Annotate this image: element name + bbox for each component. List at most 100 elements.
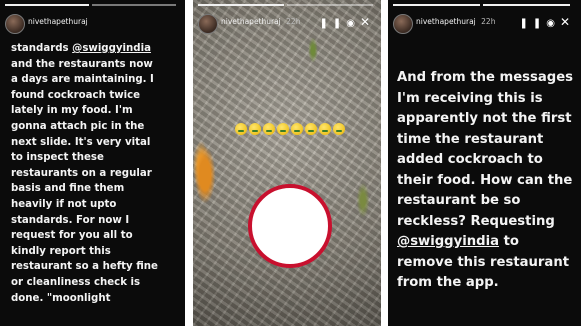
caption-text: basis and fine them [11,183,125,195]
caption-text: gonna attach pic in the [11,120,145,132]
emoji-sticker-row [235,123,347,138]
caption-line: apparently not the first [397,109,579,130]
caption-text: added cockroach to [397,152,543,167]
story-controls: ❚❚◉✕ [519,15,575,29]
close-icon[interactable]: ✕ [360,15,375,29]
nauseated-face-icon [333,123,345,135]
caption-text: found cockroach twice [11,89,141,101]
caption-line: lately in my food. I'm [11,103,181,119]
caption-text: standards. For now I [11,214,130,226]
mute-icon[interactable]: ◉ [346,18,360,29]
caption-line: gonna attach pic in the [11,119,181,135]
pause-icon[interactable]: ❚❚ [319,18,346,29]
mute-icon[interactable]: ◉ [546,18,560,29]
avatar[interactable] [393,14,413,34]
caption-line: to inspect these [11,150,181,166]
nauseated-face-icon [235,123,247,135]
caption-line: time the restaurant [397,130,579,151]
username-label[interactable]: nivethapethuraj [28,17,88,26]
avatar[interactable] [198,14,218,34]
caption-line: found cockroach twice [11,88,181,104]
username-label[interactable]: nivethapethuraj [416,17,476,26]
caption-line: restaurant be so [397,191,579,212]
story-progress-bar [5,4,89,6]
timestamp: 22h [481,17,496,26]
caption-line: restaurant so a hefty fine [11,259,181,275]
food-photo [193,0,381,326]
caption-text: next slide. It's very vital [11,136,151,148]
caption-text: and the restaurants now [11,58,153,70]
story-progress-bar [92,4,176,6]
caption-text: heavily if not upto [11,198,117,210]
story-controls: ❚❚◉✕ [319,15,375,29]
story-header: nivethapethuraj [5,14,179,34]
caption-line: remove this restaurant [397,253,579,274]
avatar[interactable] [5,14,25,34]
caption-line: done. "moonlight [11,291,181,307]
caption-line: standards @swiggyindia [11,41,181,57]
timestamp: 22h [286,17,301,26]
story-panel-3: nivethapethuraj 22h ❚❚◉✕ And from the me… [388,0,581,326]
story-progress-bar [393,4,480,6]
username-label[interactable]: nivethapethuraj [221,17,281,26]
caption-line: added cockroach to [397,150,579,171]
caption-line: heavily if not upto [11,197,181,213]
story-panel-2: nivethapethuraj 22h ❚❚◉✕ [193,0,381,326]
caption-text: And from the messages [397,70,574,85]
caption-text: lately in my food. I'm [11,105,133,117]
caption-line: basis and fine them [11,181,181,197]
story-progress-bar [198,4,284,6]
mention-link[interactable]: @swiggyindia [72,43,151,54]
close-icon[interactable]: ✕ [560,15,575,29]
nauseated-face-icon [277,123,289,135]
username[interactable]: nivethapethuraj [28,17,88,26]
caption-line: next slide. It's very vital [11,135,181,151]
nauseated-face-icon [263,123,275,135]
caption-text: restaurants on a regular [11,167,152,179]
caption-line: reckless? Requesting [397,212,579,233]
story-header: nivethapethuraj 22h ❚❚◉✕ [198,14,375,34]
caption-line: restaurants on a regular [11,166,181,182]
caption-line: kindly report this [11,244,181,260]
caption-text: standards [11,43,73,54]
caption-text: I'm receiving this is [397,90,543,106]
caption-text: kindly report this [11,245,111,257]
caption-line: And from the messages [397,68,579,89]
username[interactable]: nivethapethuraj 22h [416,17,495,26]
caption-line: or cleanliness check is [11,275,181,291]
caption-text: remove this restaurant [397,254,570,270]
story-progress-bar [483,4,570,6]
caption-text: or cleanliness check is [11,276,141,288]
caption-text: restaurant be so [397,193,521,208]
caption-line: @swiggyindia to [397,232,579,253]
nauseated-face-icon [305,123,317,135]
nauseated-face-icon [319,123,331,135]
caption-text: reckless? Requesting [397,213,555,229]
caption-line: and the restaurants now [11,57,181,73]
caption-line: a days are maintaining. I [11,72,181,88]
caption-line: standards. For now I [11,213,181,229]
story-panel-1: nivethapethuraj standards @swiggyindia an… [0,0,185,326]
nauseated-face-icon [291,123,303,135]
story-progress-bar [287,4,373,6]
mention-link[interactable]: @swiggyindia [397,234,499,249]
caption-text: a days are maintaining. I [11,74,154,86]
pause-icon[interactable]: ❚❚ [519,18,546,29]
nauseated-face-icon [249,123,261,135]
caption-line: request for you all to [11,228,181,244]
caption-text: request for you all to [11,230,133,242]
caption-line: their food. How can the [397,171,579,192]
caption-text: to [498,234,519,249]
caption-line: from the app. [397,273,579,294]
story-caption: standards @swiggyindia and the restaurant… [11,41,181,306]
story-header: nivethapethuraj 22h ❚❚◉✕ [393,14,575,34]
story-caption: And from the messages I'm receiving this … [397,68,579,294]
censor-circle [248,184,332,268]
caption-text: time the restaurant [397,131,544,147]
caption-text: from the app. [397,275,499,290]
caption-text: done. "moonlight [11,292,111,304]
caption-text: their food. How can the [397,172,573,188]
caption-line: I'm receiving this is [397,89,579,110]
username[interactable]: nivethapethuraj 22h [221,17,300,26]
caption-text: apparently not the first [397,111,572,126]
